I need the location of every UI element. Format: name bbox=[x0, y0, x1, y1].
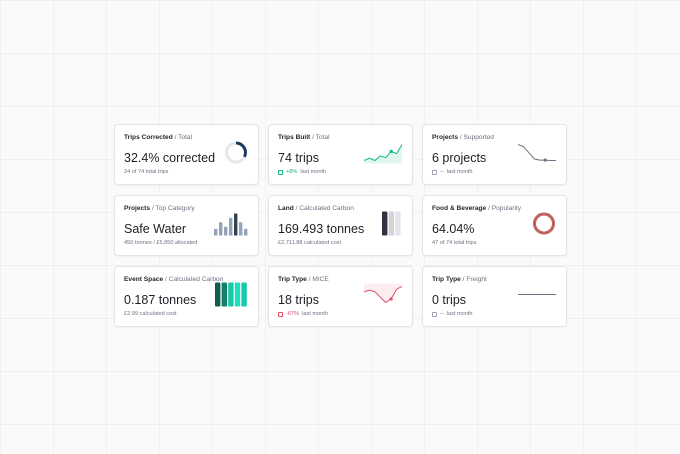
trend-icon bbox=[432, 311, 437, 317]
card-title: Trips Corrected bbox=[124, 134, 173, 141]
card-title: Projects bbox=[432, 134, 459, 141]
card-chart bbox=[532, 211, 556, 240]
trend-delta: -- bbox=[440, 311, 444, 317]
card-title: Trip Type bbox=[278, 276, 307, 283]
card-subtext: 450 tonnes / £5,850 allocated bbox=[124, 239, 249, 247]
block bbox=[221, 282, 227, 306]
card-title: Event Space bbox=[124, 276, 164, 283]
bar bbox=[214, 228, 218, 235]
card-subtext-label: last month bbox=[300, 169, 327, 175]
kpi-card[interactable]: Projects / Supported 6 projects -- last mon… bbox=[422, 124, 567, 185]
kpi-card[interactable]: Food & Beverage / Popularity 64.04% 47 of … bbox=[422, 195, 567, 256]
sparkline-chart bbox=[517, 143, 556, 162]
sparkline-marker bbox=[543, 157, 547, 162]
trend-icon bbox=[278, 169, 283, 175]
trend-delta: -67% bbox=[286, 311, 300, 317]
card-title: Food & Beverage bbox=[432, 205, 487, 212]
bar bbox=[219, 221, 223, 235]
kpi-card[interactable]: Land / Calculated Carbon 169.493 tonnes £2… bbox=[268, 195, 413, 256]
trend-delta: +8% bbox=[286, 169, 298, 175]
card-subtext-label: last month bbox=[302, 311, 328, 317]
kpi-card[interactable]: Trip Type / MICE 18 trips -67% last month bbox=[268, 266, 413, 327]
trend-icon bbox=[432, 169, 437, 175]
card-title: Trip Type bbox=[432, 276, 461, 283]
card-chart bbox=[382, 211, 402, 240]
bar bbox=[229, 217, 233, 235]
kpi-card-grid: Trips Corrected / Total 32.4% corrected 24… bbox=[114, 124, 567, 327]
card-chart bbox=[224, 140, 248, 169]
kpi-card[interactable]: Event Space / Calculated Carbon 0.187 ton… bbox=[114, 266, 259, 327]
card-title: Projects bbox=[124, 205, 151, 212]
card-subtext: 47 of 74 total trips bbox=[432, 239, 557, 247]
block bbox=[215, 282, 221, 306]
sparkline-chart bbox=[363, 283, 403, 303]
block bbox=[382, 211, 388, 235]
card-subtitle: Total bbox=[178, 134, 193, 141]
kpi-card[interactable]: Trips Corrected / Total 32.4% corrected 24… bbox=[114, 124, 259, 185]
sparkline-chart bbox=[363, 143, 403, 163]
card-subtext-label: £2,711.88 calculated cost bbox=[278, 240, 342, 246]
card-subtext: 24 of 74 total trips bbox=[124, 168, 249, 176]
trend-icon bbox=[278, 311, 283, 317]
card-chart bbox=[214, 211, 248, 240]
card-subtext: £2,711.88 calculated cost bbox=[278, 239, 403, 247]
card-subtext: +8% last month bbox=[278, 168, 403, 176]
trend-delta: -- bbox=[440, 169, 444, 175]
sparkline-marker bbox=[389, 296, 393, 301]
bar-chart bbox=[214, 213, 248, 235]
block bbox=[395, 211, 401, 235]
donut-chart bbox=[225, 141, 247, 163]
block bbox=[234, 282, 241, 306]
bar bbox=[224, 226, 228, 235]
sparkline-chart bbox=[518, 293, 556, 295]
bar bbox=[239, 221, 243, 235]
card-chart bbox=[215, 282, 248, 311]
sparkline-line bbox=[517, 143, 556, 161]
card-subtext-label: last month bbox=[446, 311, 473, 317]
card-subtitle: Total bbox=[315, 134, 330, 141]
kpi-card[interactable]: Trips Built / Total 74 trips +8% last month bbox=[268, 124, 413, 185]
card-subtitle: MICE bbox=[312, 276, 329, 283]
card-title: Trips Built bbox=[278, 134, 311, 141]
card-subtext: -67% last month bbox=[278, 310, 403, 318]
card-chart bbox=[363, 141, 403, 168]
card-subtext-label: 24 of 74 total trips bbox=[124, 169, 169, 175]
block-chart bbox=[215, 282, 247, 306]
card-subtext-label: £2.99 calculated cost bbox=[124, 311, 177, 317]
bar bbox=[234, 213, 238, 235]
card-subtext: £2.99 calculated cost bbox=[124, 310, 249, 318]
card-chart bbox=[363, 283, 403, 310]
card-subtitle: Calculated Carbon bbox=[299, 205, 354, 212]
card-chart bbox=[518, 283, 556, 310]
card-subtitle: Top Category bbox=[155, 205, 195, 212]
card-subtext-label: 47 of 74 total trips bbox=[432, 240, 477, 246]
kpi-card[interactable]: Trip Type / Freight 0 trips -- last month bbox=[422, 266, 567, 327]
card-subtitle: Popularity bbox=[491, 205, 522, 212]
card-title: Land bbox=[278, 205, 294, 212]
bar bbox=[244, 228, 248, 235]
block bbox=[228, 282, 234, 306]
card-subtitle: Supported bbox=[463, 134, 494, 141]
card-chart bbox=[517, 141, 556, 168]
block-chart bbox=[382, 211, 401, 235]
card-subtext: -- last month bbox=[432, 168, 557, 176]
donut-arc bbox=[533, 212, 555, 234]
card-subtext-label: 450 tonnes / £5,850 allocated bbox=[124, 240, 198, 246]
card-subtitle: Freight bbox=[466, 276, 487, 283]
block bbox=[388, 211, 395, 235]
kpi-card[interactable]: Projects / Top Category Safe Water 450 ton… bbox=[114, 195, 259, 256]
block bbox=[241, 282, 247, 306]
donut-chart bbox=[533, 212, 555, 234]
sparkline-marker bbox=[389, 149, 393, 153]
card-subtext-label: last month bbox=[446, 169, 473, 175]
card-subtext: -- last month bbox=[432, 310, 557, 318]
